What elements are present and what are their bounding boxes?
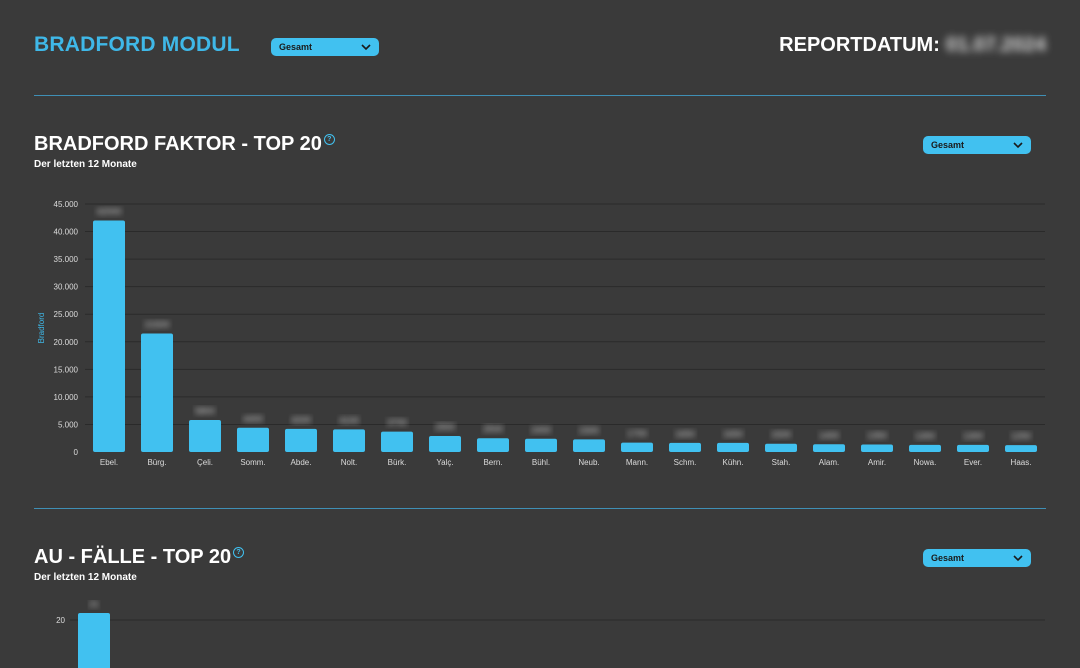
bar <box>621 442 653 452</box>
section1-filter-dropdown[interactable]: Gesamt <box>923 136 1031 154</box>
bar <box>381 431 413 452</box>
bar <box>237 427 269 452</box>
report-date-value: 01.07.2024 <box>945 34 1046 56</box>
data-label: 3700 <box>387 418 407 428</box>
data-label: 1500 <box>771 430 791 440</box>
section2-title-text: AU - FÄLLE - TOP 20 <box>34 546 232 568</box>
x-tick-label: Neub. <box>578 458 599 467</box>
help-icon[interactable]: ? <box>323 134 335 145</box>
bar <box>957 444 989 452</box>
data-label: 5800 <box>195 406 215 416</box>
y-tick-label: 45.000 <box>54 200 79 209</box>
app-title: BRADFORD MODUL <box>34 33 240 56</box>
data-label: 1300 <box>915 431 935 441</box>
x-tick-label: Haas. <box>1011 458 1032 467</box>
x-tick-label: Abde. <box>291 458 312 467</box>
x-tick-label: Nolt. <box>341 458 357 467</box>
bar <box>429 436 461 452</box>
x-tick-label: Bern. <box>483 458 502 467</box>
y-tick-label: 30.000 <box>54 283 79 292</box>
x-tick-label: Mann. <box>626 458 648 467</box>
data-label: 2900 <box>435 422 455 432</box>
au-faelle-bar-chart: 2021 <box>56 600 1045 668</box>
x-tick-label: Schm. <box>674 458 697 467</box>
bar <box>669 442 701 452</box>
data-label: 4400 <box>243 414 263 424</box>
x-tick-label: Somm. <box>240 458 265 467</box>
bar <box>813 444 845 452</box>
data-label: 2500 <box>483 424 503 434</box>
y-tick-label: 0 <box>74 448 79 457</box>
data-label: 2400 <box>531 425 551 435</box>
x-tick-label: Bürg. <box>147 458 166 467</box>
data-label: 4100 <box>339 415 359 425</box>
y-tick-label: 5.000 <box>58 420 79 429</box>
x-tick-label: Stah. <box>772 458 791 467</box>
section2-subtitle: Der letzten 12 Monate <box>34 572 137 583</box>
bar <box>285 428 317 452</box>
x-tick-label: Kühn. <box>723 458 744 467</box>
bar <box>573 439 605 452</box>
report-date: REPORTDATUM: 01.07.2024 <box>779 34 1046 57</box>
bar <box>141 333 173 452</box>
y-tick-label: 20.000 <box>54 338 79 347</box>
y-tick-label: 20 <box>56 616 65 625</box>
bar <box>717 442 749 452</box>
bar <box>1005 445 1037 452</box>
bar <box>189 420 221 452</box>
global-filter-dropdown[interactable]: Gesamt <box>271 38 379 56</box>
x-tick-label: Çeli. <box>197 458 213 467</box>
bar <box>525 438 557 452</box>
x-tick-label: Alam. <box>819 458 839 467</box>
data-label: 2300 <box>579 425 599 435</box>
x-tick-label: Ever. <box>964 458 982 467</box>
header-divider <box>34 95 1046 96</box>
data-label: 1650 <box>723 429 743 439</box>
bar <box>861 444 893 452</box>
data-label: 1400 <box>819 430 839 440</box>
section1-subtitle: Der letzten 12 Monate <box>34 159 137 170</box>
x-tick-label: Yalç. <box>436 458 453 467</box>
data-label: 1350 <box>867 431 887 441</box>
global-filter-value: Gesamt <box>279 42 313 52</box>
y-tick-label: 10.000 <box>54 393 79 402</box>
data-label: 21500 <box>144 320 169 330</box>
section2-filter-dropdown[interactable]: Gesamt <box>923 549 1031 567</box>
x-tick-label: Ebel. <box>100 458 118 467</box>
x-tick-label: Amir. <box>868 458 886 467</box>
section2-filter-value: Gesamt <box>931 553 965 563</box>
data-label: 21 <box>89 600 99 609</box>
chevron-down-icon <box>1013 554 1023 561</box>
section1-filter-value: Gesamt <box>931 140 965 150</box>
data-label: 1250 <box>1011 431 1031 441</box>
data-label: 1650 <box>675 429 695 439</box>
bar <box>93 220 125 452</box>
chevron-down-icon <box>1013 141 1023 148</box>
y-tick-label: 40.000 <box>54 228 79 237</box>
bar <box>477 438 509 452</box>
bar <box>765 443 797 452</box>
bar <box>909 444 941 452</box>
bar <box>78 613 110 668</box>
data-label: 4200 <box>291 415 311 425</box>
bar <box>333 429 365 452</box>
x-tick-label: Nowa. <box>914 458 937 467</box>
section2-title: AU - FÄLLE - TOP 20 ? <box>34 546 245 569</box>
data-label: 1300 <box>963 431 983 441</box>
help-icon[interactable]: ? <box>233 547 245 558</box>
x-tick-label: Bühl. <box>532 458 550 467</box>
chevron-down-icon <box>361 43 371 50</box>
y-tick-label: 15.000 <box>54 365 79 374</box>
x-tick-label: Bürk. <box>388 458 407 467</box>
section1-title-text: BRADFORD FAKTOR - TOP 20 <box>34 133 322 155</box>
section1-title: BRADFORD FAKTOR - TOP 20 ? <box>34 133 335 156</box>
y-axis-title: Bradford <box>37 313 46 344</box>
y-tick-label: 35.000 <box>54 255 79 264</box>
data-label: 1700 <box>627 429 647 439</box>
y-tick-label: 25.000 <box>54 310 79 319</box>
bradford-bar-chart: 0 5.000 10.000 15.000 20.000 25.000 30.000 35.0… <box>37 200 1045 467</box>
report-date-label: REPORTDATUM: <box>779 34 940 56</box>
data-label: 42000 <box>96 207 121 217</box>
section-divider <box>34 508 1046 509</box>
